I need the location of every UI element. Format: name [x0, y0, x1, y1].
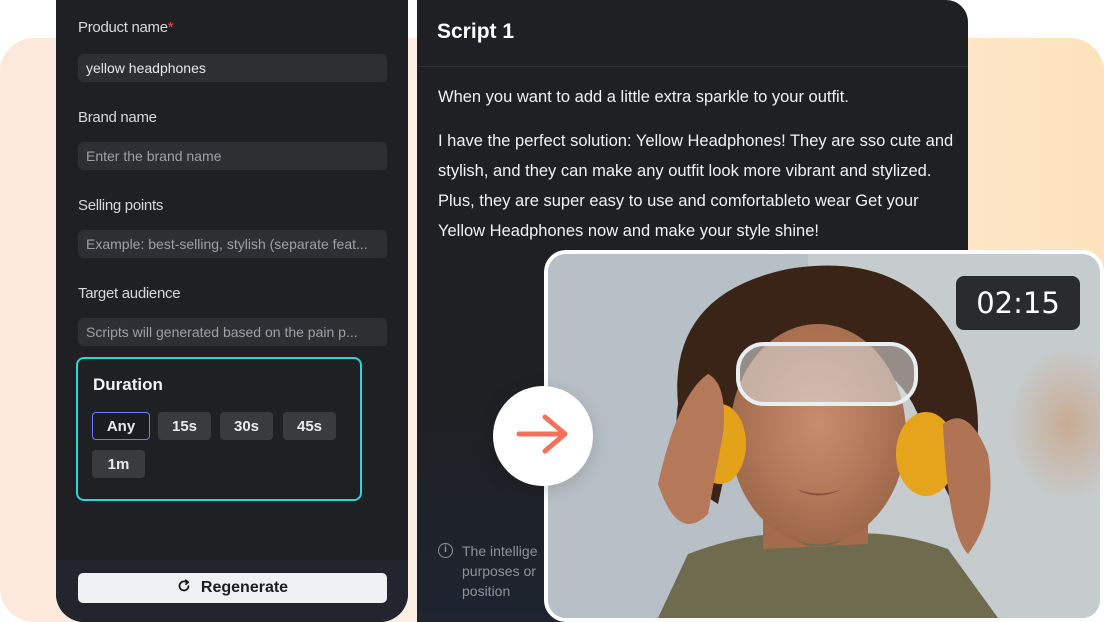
- selling-points-input[interactable]: Example: best-selling, stylish (separate…: [78, 230, 387, 258]
- duration-option-30s[interactable]: 30s: [220, 412, 273, 440]
- duration-option-45s[interactable]: 45s: [283, 412, 336, 440]
- brand-name-input[interactable]: Enter the brand name: [78, 142, 387, 170]
- duration-option-1m[interactable]: 1m: [92, 450, 145, 478]
- transition-arrow: [493, 386, 593, 486]
- regenerate-button[interactable]: Regenerate: [78, 573, 387, 603]
- video-preview-card[interactable]: 02:15: [544, 250, 1104, 622]
- divider: [417, 66, 968, 67]
- refresh-icon: [177, 578, 191, 598]
- brand-name-placeholder: Enter the brand name: [86, 148, 222, 164]
- script-text: When you want to add a little extra spar…: [438, 82, 958, 260]
- duration-title: Duration: [93, 375, 163, 394]
- duration-option-any[interactable]: Any: [92, 412, 150, 440]
- script-paragraph: When you want to add a little extra spar…: [438, 88, 849, 106]
- product-name-value: yellow headphones: [86, 60, 206, 76]
- target-audience-label: Target audience: [78, 285, 181, 302]
- script-title: Script 1: [437, 20, 515, 43]
- required-mark: *: [167, 19, 174, 36]
- regenerate-label: Regenerate: [200, 579, 289, 596]
- brand-name-label: Brand name: [78, 109, 157, 126]
- video-duration-timer: 02:15: [956, 276, 1080, 330]
- target-audience-placeholder: Scripts will generated based on the pain…: [86, 324, 358, 340]
- info-note-text: The intellige purposes or position: [462, 543, 538, 599]
- script-paragraph: I have the perfect solution: Yellow Head…: [438, 132, 954, 240]
- duration-selector: Duration Any 15s 30s 45s 1m: [76, 357, 362, 501]
- duration-option-15s[interactable]: 15s: [158, 412, 211, 440]
- regenerate-bar: Regenerate: [56, 560, 408, 622]
- selling-points-label: Selling points: [78, 197, 164, 214]
- selling-points-placeholder: Example: best-selling, stylish (separate…: [86, 236, 368, 252]
- arrow-right-icon: [515, 412, 571, 461]
- product-name-input[interactable]: yellow headphones: [78, 54, 387, 82]
- info-icon: i: [438, 543, 453, 558]
- script-settings-panel: Product name* yellow headphones Brand na…: [56, 0, 408, 622]
- target-audience-input[interactable]: Scripts will generated based on the pain…: [78, 318, 387, 346]
- product-name-label: Product name*: [78, 19, 174, 36]
